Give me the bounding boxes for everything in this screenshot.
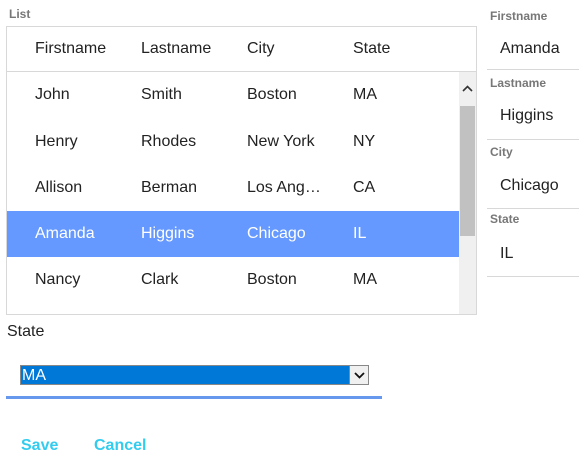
scroll-down-icon[interactable]: [459, 310, 476, 314]
grid-header: Firstname Lastname City State: [7, 27, 476, 72]
cell-state: NY: [353, 133, 376, 150]
detail-firstname: Firstname Amanda: [487, 0, 579, 70]
detail-lastname: Lastname Higgins: [487, 70, 579, 140]
detail-value-firstname: Amanda: [500, 40, 560, 57]
detail-city: City Chicago: [487, 140, 579, 209]
cell-city: Chicago: [247, 225, 306, 242]
table-row[interactable]: John Smith Boston MA: [7, 72, 460, 118]
table-row-selected[interactable]: Amanda Higgins Chicago IL: [7, 211, 460, 257]
detail-state: State IL: [487, 209, 579, 277]
detail-value-state: IL: [500, 245, 514, 262]
scrollbar-thumb[interactable]: [460, 106, 475, 236]
detail-label-city: City: [490, 145, 513, 159]
vertical-scrollbar[interactable]: [459, 72, 476, 314]
cell-city: Los Angeles: [247, 179, 325, 196]
cell-state: MA: [353, 271, 377, 288]
cell-lastname: Rhodes: [141, 133, 197, 150]
table-row[interactable]: Allison Berman Los Angeles CA: [7, 165, 460, 211]
cell-lastname: Higgins: [141, 225, 195, 242]
scroll-up-icon[interactable]: [459, 80, 476, 97]
cell-firstname: John: [35, 86, 70, 103]
detail-label-lastname: Lastname: [490, 76, 547, 90]
list-section-label: List: [9, 7, 31, 21]
cell-firstname: Allison: [35, 179, 83, 196]
state-select[interactable]: MA: [20, 365, 369, 385]
cell-firstname: Amanda: [35, 225, 95, 242]
cell-city: Boston: [247, 86, 297, 103]
cell-lastname: Smith: [141, 86, 182, 103]
detail-value-lastname: Higgins: [500, 107, 554, 124]
state-field-underline: [6, 396, 382, 399]
column-header-state[interactable]: State: [353, 40, 443, 58]
save-button[interactable]: Save: [21, 437, 58, 455]
cell-firstname: Nancy: [35, 271, 81, 288]
people-grid[interactable]: Firstname Lastname City State John Smith…: [6, 26, 477, 315]
column-header-lastname[interactable]: Lastname: [141, 40, 241, 58]
table-row[interactable]: Henry Rhodes New York NY: [7, 119, 460, 165]
detail-label-firstname: Firstname: [490, 9, 548, 23]
column-header-city[interactable]: City: [247, 40, 325, 58]
cell-city: Boston: [247, 271, 297, 288]
chevron-down-icon[interactable]: [349, 366, 368, 384]
state-field-label: State: [7, 323, 45, 340]
cell-firstname: Henry: [35, 133, 78, 150]
detail-value-city: Chicago: [500, 177, 559, 194]
cell-state: MA: [353, 86, 377, 103]
cell-state: CA: [353, 179, 376, 196]
cell-state: IL: [353, 225, 367, 242]
cell-city: New York: [247, 133, 315, 150]
detail-label-state: State: [490, 212, 520, 226]
cell-lastname: Berman: [141, 179, 198, 196]
cell-lastname: Clark: [141, 271, 179, 288]
cancel-button[interactable]: Cancel: [94, 437, 146, 455]
table-row[interactable]: Nancy Clark Boston MA: [7, 257, 460, 303]
state-select-value: MA: [22, 367, 46, 384]
column-header-firstname[interactable]: Firstname: [35, 40, 135, 58]
